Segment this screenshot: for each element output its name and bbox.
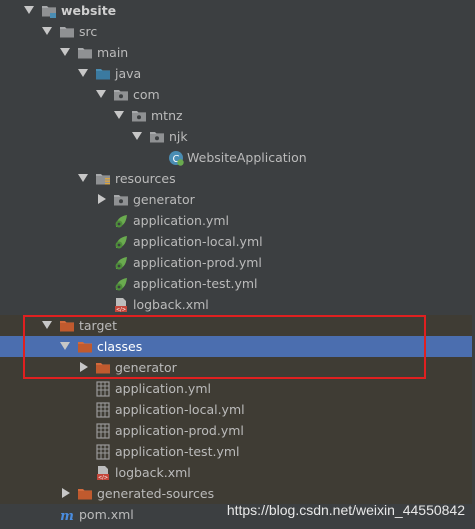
node-label: src — [79, 24, 98, 39]
tree-node-file[interactable]: logback.xml — [0, 462, 475, 483]
node-label: com — [133, 87, 160, 102]
node-label: resources — [115, 171, 176, 186]
node-label: application-prod.yml — [115, 423, 244, 438]
tree-node-file[interactable]: application.yml — [0, 378, 475, 399]
node-label: website — [61, 3, 117, 18]
node-label: main — [97, 45, 129, 60]
tree-node-website[interactable]: website — [0, 0, 475, 21]
tree-node-file[interactable]: application-local.yml — [0, 231, 475, 252]
watermark: https://blog.csdn.net/weixin_44550842 — [226, 502, 465, 518]
folder-icon — [59, 24, 75, 40]
source-folder-icon — [95, 66, 111, 82]
expand-arrow-icon[interactable] — [114, 111, 124, 119]
node-label: pom.xml — [79, 507, 134, 522]
yml-file-icon — [95, 381, 111, 397]
tree-node-mtnz[interactable]: mtnz — [0, 105, 475, 126]
tree-node-file[interactable]: application-test.yml — [0, 441, 475, 462]
tree-node-file[interactable]: application-local.yml — [0, 399, 475, 420]
expand-arrow-icon[interactable] — [60, 48, 70, 56]
tree-node-resources[interactable]: resources — [0, 168, 475, 189]
expand-arrow-icon[interactable] — [132, 132, 142, 140]
node-label: mtnz — [151, 108, 183, 123]
tree-node-file[interactable]: logback.xml — [0, 294, 475, 315]
xml-file-icon — [95, 465, 111, 481]
node-label: application.yml — [133, 213, 229, 228]
tree-node-file[interactable]: application-test.yml — [0, 273, 475, 294]
excluded-folder-icon — [77, 486, 93, 502]
tree-node-file[interactable]: application-prod.yml — [0, 420, 475, 441]
module-folder-icon — [41, 3, 57, 19]
tree-node-njk[interactable]: njk — [0, 126, 475, 147]
tree-node-main[interactable]: main — [0, 42, 475, 63]
collapse-arrow-icon[interactable] — [98, 194, 106, 204]
package-icon — [131, 108, 147, 124]
node-label: java — [115, 66, 142, 81]
package-icon — [113, 87, 129, 103]
package-icon — [113, 192, 129, 208]
node-label: generated-sources — [97, 486, 215, 501]
node-label: application.yml — [115, 381, 211, 396]
node-label: application-local.yml — [115, 402, 245, 417]
package-icon — [149, 129, 165, 145]
spring-boot-class-icon — [168, 150, 184, 166]
node-label: njk — [169, 129, 188, 144]
spring-config-yml-icon — [113, 213, 129, 229]
collapse-arrow-icon[interactable] — [62, 488, 70, 498]
node-label: WebsiteApplication — [187, 150, 307, 165]
expand-arrow-icon[interactable] — [78, 69, 88, 77]
node-label: application-test.yml — [115, 444, 240, 459]
yml-file-icon — [95, 444, 111, 460]
tree-node-website-application[interactable]: WebsiteApplication — [0, 147, 475, 168]
node-label: generator — [133, 192, 195, 207]
spring-config-yml-icon — [113, 255, 129, 271]
tree-node-com[interactable]: com — [0, 84, 475, 105]
spring-config-yml-icon — [113, 276, 129, 292]
resources-folder-icon — [95, 171, 111, 187]
yml-file-icon — [95, 423, 111, 439]
expand-arrow-icon[interactable] — [24, 6, 34, 14]
node-label: application-local.yml — [133, 234, 263, 249]
tree-node-generated-sources[interactable]: generated-sources — [0, 483, 475, 504]
node-label: application-test.yml — [133, 276, 258, 291]
yml-file-icon — [95, 402, 111, 418]
expand-arrow-icon[interactable] — [78, 174, 88, 182]
tree-node-src[interactable]: src — [0, 21, 475, 42]
tree-node-resources-generator[interactable]: generator — [0, 189, 475, 210]
highlight-box — [23, 315, 426, 379]
tree-node-java[interactable]: java — [0, 63, 475, 84]
xml-file-icon — [113, 297, 129, 313]
tree-node-file[interactable]: application.yml — [0, 210, 475, 231]
node-label: application-prod.yml — [133, 255, 262, 270]
tree-node-file[interactable]: application-prod.yml — [0, 252, 475, 273]
node-label: logback.xml — [133, 297, 209, 312]
maven-icon — [59, 507, 75, 523]
folder-icon — [77, 45, 93, 61]
expand-arrow-icon[interactable] — [96, 90, 106, 98]
node-label: logback.xml — [115, 465, 191, 480]
spring-config-yml-icon — [113, 234, 129, 250]
expand-arrow-icon[interactable] — [42, 27, 52, 35]
